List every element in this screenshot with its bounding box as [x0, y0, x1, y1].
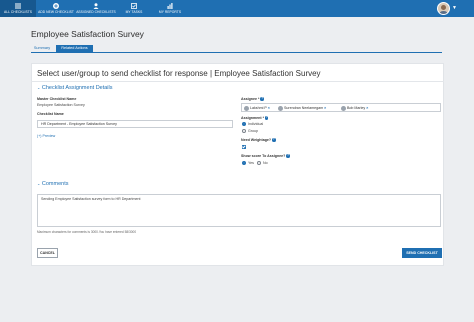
nav-menu: ALL CHECKLISTS ADD NEW CHECKLIST ASSIGNE… [0, 0, 474, 17]
assignment-individual-radio[interactable] [242, 122, 246, 126]
plus-icon [53, 3, 59, 9]
chevron-down-icon: ⌄ [37, 85, 41, 90]
nav-label: ASSIGNED CHECKLISTS [76, 10, 116, 14]
info-icon[interactable]: ? [272, 138, 276, 142]
required-asterisk: * [262, 116, 264, 120]
tasks-icon [131, 3, 137, 9]
assignee-chip: Lakshmi P× [244, 105, 270, 111]
page-title: Employee Satisfaction Survey [31, 29, 144, 39]
show-score-label: Show score To Assignee?? [241, 154, 290, 158]
assignee-label-text: Assignee [241, 97, 257, 101]
comments-textarea[interactable]: Sending Employee Satisfaction survey for… [37, 194, 441, 227]
score-no-label: No [263, 161, 268, 165]
weightage-label-text: Need Weightage? [241, 138, 272, 142]
list-icon [15, 3, 21, 9]
nav-item-all-checklists[interactable]: ALL CHECKLISTS [0, 0, 36, 17]
top-navbar: ALL CHECKLISTS ADD NEW CHECKLIST ASSIGNE… [0, 0, 474, 17]
check-icon [242, 144, 246, 148]
assignee-label: Assignee *? [241, 97, 264, 101]
comments-helper-text: Maximum characters for comments is 3000.… [37, 230, 137, 234]
chevron-down-icon: ⌄ [37, 181, 41, 186]
nav-label: MY TASKS [125, 10, 143, 14]
cancel-button[interactable]: CANCEL [37, 248, 58, 258]
assignment-section-toggle[interactable]: ⌄ Checklist Assignment Details [37, 85, 113, 91]
info-icon[interactable]: ? [260, 97, 264, 101]
score-yes-label: Yes [248, 161, 254, 165]
close-icon[interactable]: × [324, 106, 326, 110]
nav-label: ALL CHECKLISTS [3, 10, 33, 14]
tab-related-actions[interactable]: Related Actions [56, 45, 93, 52]
nav-item-add-new-checklist[interactable]: ADD NEW CHECKLIST [36, 0, 76, 17]
nav-label: MY REPORTS [158, 10, 182, 14]
nav-item-my-tasks[interactable]: MY TASKS [116, 0, 152, 17]
assignment-section-title: Checklist Assignment Details [41, 85, 113, 91]
assignee-name: Bob Marley [347, 106, 366, 110]
checklist-name-label: Checklist Name [37, 112, 64, 116]
user-check-icon [93, 3, 99, 9]
weightage-label: Need Weightage?? [241, 138, 276, 142]
master-checklist-label: Master Checklist Name [37, 97, 77, 101]
assignee-input[interactable]: Lakshmi P× Surendran Neelamegam× Bob Mar… [241, 103, 441, 112]
nav-item-assigned-checklists[interactable]: ASSIGNED CHECKLISTS [76, 0, 116, 17]
avatar [278, 105, 283, 111]
assignee-chip: Bob Marley× [341, 105, 368, 111]
assignee-chip: Surendran Neelamegam× [278, 105, 326, 111]
user-avatar[interactable] [437, 2, 450, 15]
assignment-group-label: Group [248, 129, 258, 133]
reports-icon [167, 3, 173, 9]
nav-item-my-reports[interactable]: MY REPORTS [152, 0, 188, 17]
assignee-name: Surendran Neelamegam [284, 106, 324, 110]
preview-link[interactable]: (+) Preview [37, 134, 55, 138]
info-icon[interactable]: ? [264, 116, 269, 120]
required-asterisk: * [257, 97, 260, 101]
checklist-name-field[interactable]: HR Department - Employee Satisfaction Su… [37, 120, 233, 128]
assignment-label-text: Assignment [241, 116, 262, 120]
tab-underline [31, 52, 442, 53]
info-icon[interactable]: ? [286, 154, 290, 158]
show-score-label-text: Show score To Assignee? [241, 154, 286, 158]
comments-section-toggle[interactable]: ⌄ Comments [37, 181, 68, 187]
assignee-name: Lakshmi P [250, 106, 267, 110]
card-divider [31, 81, 444, 82]
close-icon[interactable]: × [268, 106, 270, 110]
nav-label: ADD NEW CHECKLIST [38, 10, 74, 14]
avatar [341, 105, 346, 111]
assignment-group-radio[interactable] [242, 129, 246, 133]
assignment-individual-label: Individual [248, 122, 264, 126]
score-yes-radio[interactable] [242, 161, 246, 165]
avatar-head [441, 5, 446, 10]
score-no-radio[interactable] [257, 161, 261, 165]
comments-section-title: Comments [41, 181, 69, 187]
tab-summary[interactable]: Summary [31, 45, 53, 52]
card-title: Select user/group to send checklist for … [37, 69, 321, 78]
send-checklist-button[interactable]: SEND CHECKLIST [402, 248, 442, 258]
main-card [31, 63, 444, 266]
avatar [244, 105, 249, 111]
close-icon[interactable]: × [366, 106, 368, 110]
assignment-label: Assignment *? [241, 116, 269, 120]
master-checklist-value: Employee Satisfaction Survey [37, 103, 85, 107]
chevron-down-icon[interactable]: ▼ [452, 6, 457, 11]
weightage-checkbox[interactable] [242, 144, 246, 149]
